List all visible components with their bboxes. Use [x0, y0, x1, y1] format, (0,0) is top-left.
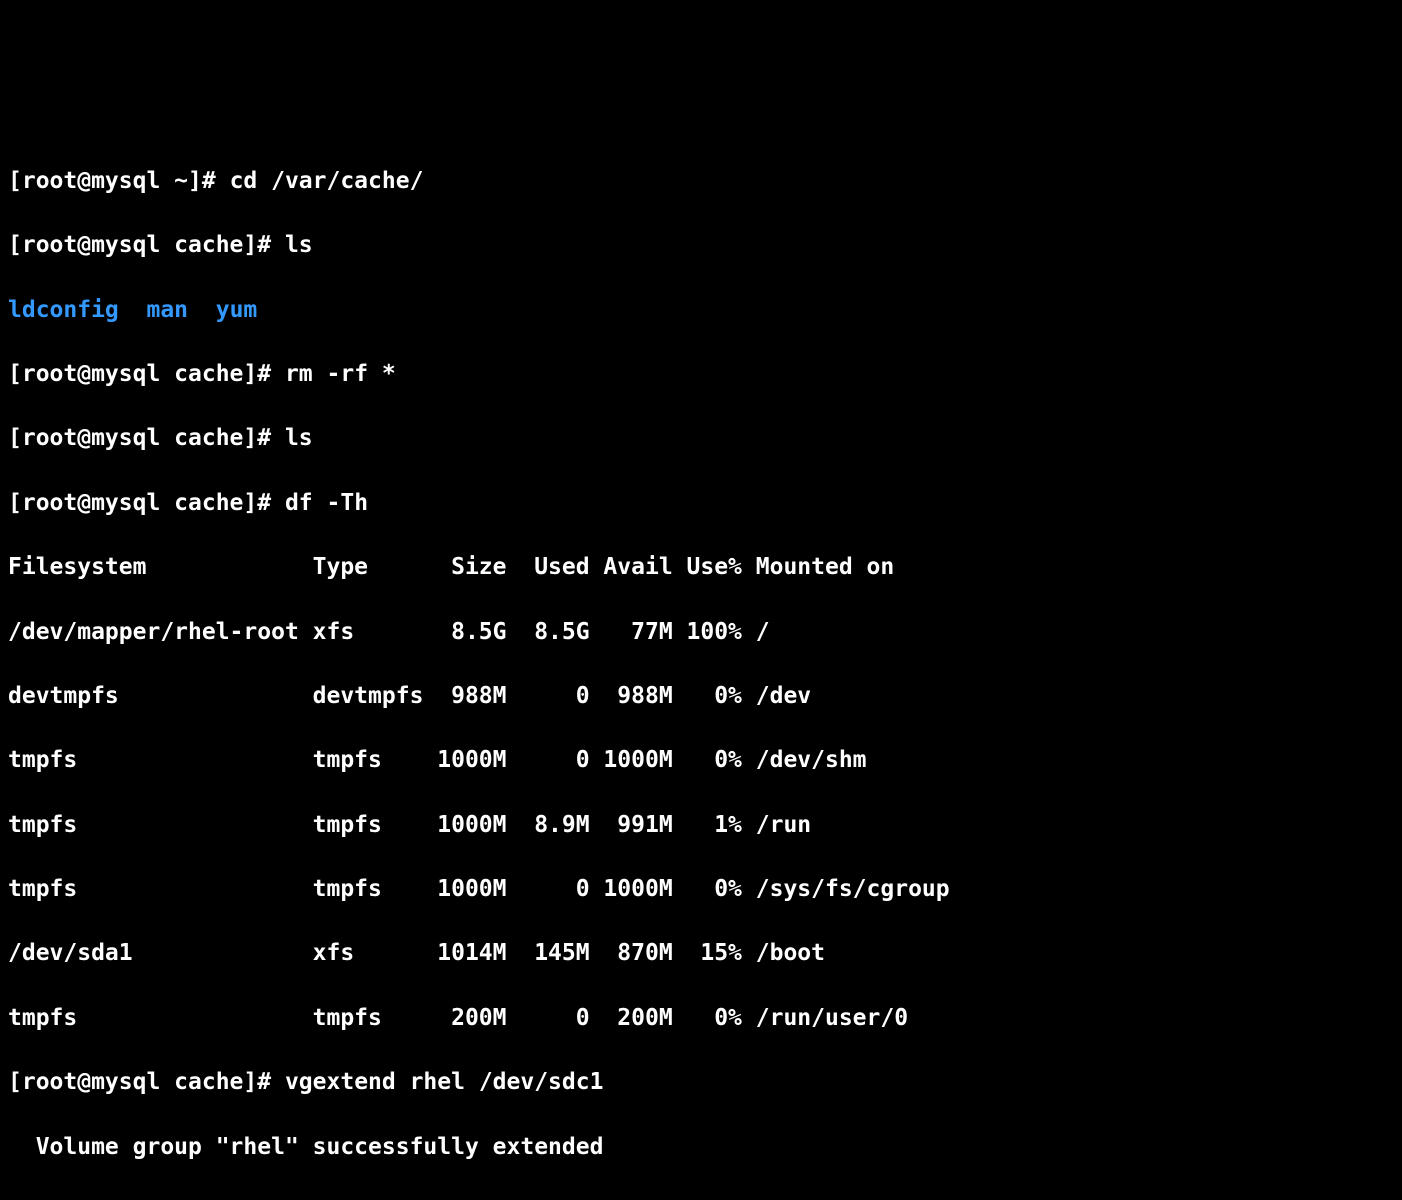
df-header: Filesystem Type Size Used Avail Use% Mou…: [8, 551, 1394, 583]
prompt-line-2: [root@mysql cache]# ls: [8, 229, 1394, 261]
prompt-line-5: [root@mysql cache]# df -Th: [8, 487, 1394, 519]
prompt: [root@mysql cache]#: [8, 1069, 285, 1095]
spacer: [188, 297, 216, 323]
prompt: [root@mysql cache]#: [8, 425, 285, 451]
cmd-text: cd /var/cache/: [230, 168, 424, 194]
cmd-text: vgextend rhel /dev/sdc1: [285, 1069, 604, 1095]
table-row: tmpfs tmpfs 1000M 0 1000M 0% /sys/fs/cgr…: [8, 873, 1394, 905]
table-row: tmpfs tmpfs 1000M 8.9M 991M 1% /run: [8, 809, 1394, 841]
vgextend-output: Volume group "rhel" successfully extende…: [8, 1131, 1394, 1163]
table-row: tmpfs tmpfs 200M 0 200M 0% /run/user/0: [8, 1002, 1394, 1034]
prompt: [root@mysql ~]#: [8, 168, 230, 194]
table-row: /dev/mapper/rhel-root xfs 8.5G 8.5G 77M …: [8, 616, 1394, 648]
prompt-line-3: [root@mysql cache]# rm -rf *: [8, 358, 1394, 390]
table-row: tmpfs tmpfs 1000M 0 1000M 0% /dev/shm: [8, 744, 1394, 776]
ls-item: man: [146, 297, 188, 323]
prompt-line-4: [root@mysql cache]# ls: [8, 422, 1394, 454]
table-row: devtmpfs devtmpfs 988M 0 988M 0% /dev: [8, 680, 1394, 712]
terminal[interactable]: [root@mysql ~]# cd /var/cache/ [root@mys…: [8, 133, 1394, 1195]
table-row: /dev/sda1 xfs 1014M 145M 870M 15% /boot: [8, 937, 1394, 969]
prompt: [root@mysql cache]#: [8, 232, 285, 258]
cmd-text: ls: [285, 232, 313, 258]
ls-item: ldconfig: [8, 297, 119, 323]
ls-output: ldconfig man yum: [8, 294, 1394, 326]
cmd-text: rm -rf *: [285, 361, 396, 387]
cmd-text: df -Th: [285, 490, 368, 516]
spacer: [119, 297, 147, 323]
ls-item: yum: [216, 297, 258, 323]
prompt: [root@mysql cache]#: [8, 361, 285, 387]
cmd-text: ls: [285, 425, 313, 451]
prompt: [root@mysql cache]#: [8, 490, 285, 516]
prompt-line-6: [root@mysql cache]# vgextend rhel /dev/s…: [8, 1066, 1394, 1098]
prompt-line-1: [root@mysql ~]# cd /var/cache/: [8, 165, 1394, 197]
